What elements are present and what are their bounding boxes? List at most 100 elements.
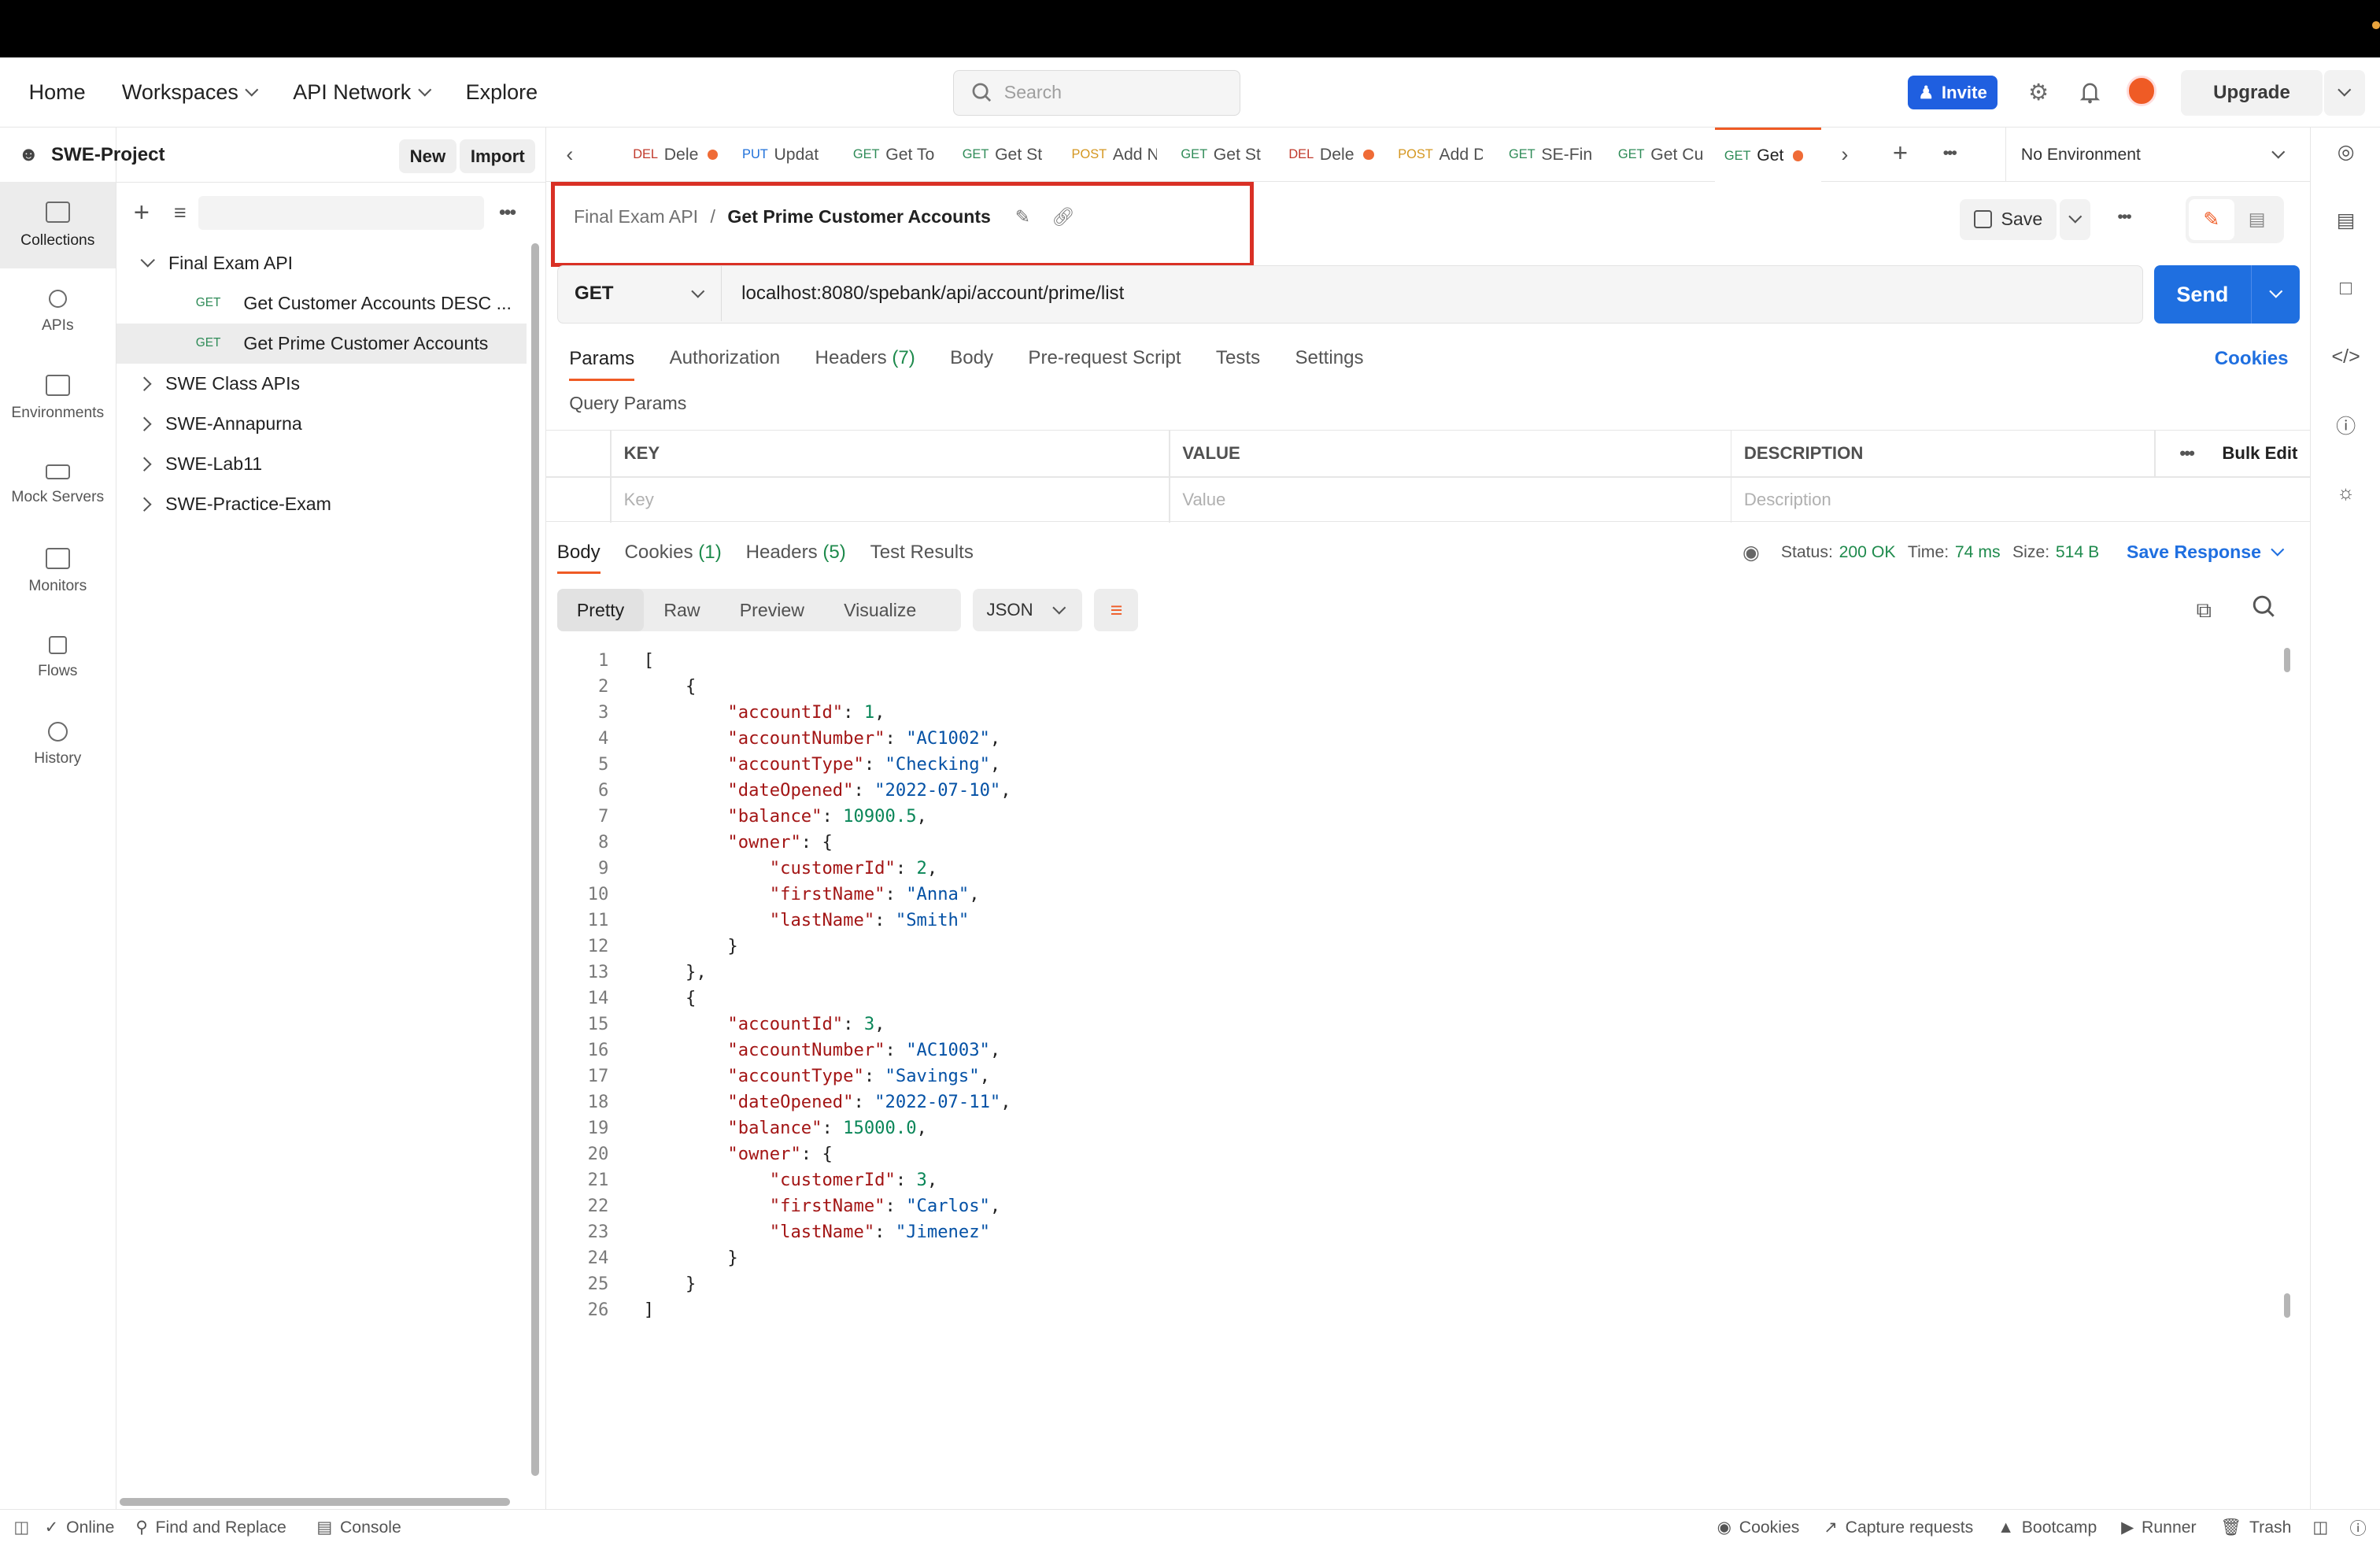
find-replace-button[interactable]: ⚲ Find and Replace — [135, 1518, 286, 1537]
workspace-name[interactable]: ☻ SWE-Project — [18, 128, 164, 182]
invite-button[interactable]: ♟ Invite — [1908, 76, 1998, 109]
tab-params[interactable]: Params — [569, 348, 635, 382]
description-input[interactable]: Description — [1731, 478, 2293, 522]
eye-icon[interactable]: ◎ — [2334, 123, 2358, 180]
nav-api-network[interactable]: API Network — [293, 80, 431, 105]
console-button[interactable]: ▤ Console — [316, 1518, 401, 1537]
new-button[interactable]: New — [399, 139, 456, 173]
import-button[interactable]: Import — [460, 139, 536, 173]
copy-icon[interactable]: ⧉ — [2197, 598, 2212, 623]
tab-authorization[interactable]: Authorization — [670, 347, 781, 369]
search-response-icon[interactable] — [2252, 595, 2275, 618]
tree-item-get-prime-customer-accounts[interactable]: GET Get Prime Customer Accounts — [116, 323, 527, 364]
sidebar-search-input[interactable] — [198, 196, 484, 230]
tab-request[interactable]: GET Get Cu — [1609, 128, 1703, 182]
format-selector[interactable]: JSON — [973, 589, 1083, 632]
user-avatar[interactable] — [2126, 76, 2157, 106]
tab-settings[interactable]: Settings — [1295, 347, 1363, 369]
footer-cookies-button[interactable]: ◉ Cookies — [1717, 1518, 1800, 1537]
documentation-icon[interactable]: ▤ — [2334, 208, 2358, 232]
edit-pencil-icon[interactable]: ✎ — [1015, 206, 1030, 227]
tree-item-swe-practice-exam[interactable]: SWE-Practice-Exam — [116, 484, 527, 524]
tab-headers[interactable]: Headers (7) — [815, 347, 915, 369]
tree-item-swe-annapurna[interactable]: SWE-Annapurna — [116, 404, 527, 444]
key-input[interactable]: Key — [612, 478, 1167, 522]
nav-flows[interactable]: Flows — [0, 615, 116, 701]
globe-icon[interactable]: ◉ — [1743, 541, 1760, 564]
view-pretty[interactable]: Pretty — [556, 589, 645, 632]
nav-monitors[interactable]: Monitors — [0, 528, 116, 615]
tree-item-final-exam-api[interactable]: Final Exam API — [116, 243, 527, 283]
lightbulb-icon[interactable]: ☼ — [2334, 481, 2358, 505]
tab-tests[interactable]: Tests — [1216, 347, 1260, 369]
bulk-edit-button[interactable]: Bulk Edit — [2210, 431, 2297, 476]
tab-response-cookies[interactable]: Cookies (1) — [625, 542, 722, 564]
nav-workspaces[interactable]: Workspaces — [122, 80, 259, 105]
add-icon[interactable]: + — [134, 198, 150, 228]
code-icon[interactable]: </> — [2332, 345, 2360, 369]
bootcamp-button[interactable]: ▲ Bootcamp — [1998, 1518, 2097, 1537]
url-input[interactable]: localhost:8080/spebank/api/account/prime… — [741, 266, 1124, 320]
tree-item-swe-class-apis[interactable]: SWE Class APIs — [116, 364, 527, 404]
sidebar-horizontal-scrollbar[interactable] — [120, 1498, 510, 1507]
save-dropdown-button[interactable] — [2060, 198, 2090, 240]
comments-icon[interactable]: □ — [2334, 276, 2358, 301]
size-value[interactable]: 514 B — [2056, 543, 2099, 562]
tree-item-get-customer-accounts[interactable]: GET Get Customer Accounts DESC ... — [116, 283, 527, 324]
response-code-editor[interactable]: 1[2 {3 "accountId": 1, 4 "accountNumber":… — [546, 648, 2284, 1322]
nav-home[interactable]: Home — [29, 80, 86, 105]
nav-mock-servers[interactable]: Mock Servers — [0, 442, 116, 528]
view-preview[interactable]: Preview — [720, 589, 824, 631]
tabs-scroll-right-icon[interactable]: › — [1841, 142, 1848, 167]
tab-request[interactable]: POST Add D — [1389, 128, 1483, 182]
tab-request[interactable]: GET Get St — [1172, 128, 1266, 182]
tab-response-headers[interactable]: Headers (5) — [746, 542, 846, 564]
settings-gear-icon[interactable]: ⚙ — [2025, 79, 2053, 106]
search-input[interactable]: Search — [953, 69, 1240, 116]
view-raw[interactable]: Raw — [644, 589, 719, 631]
send-button[interactable]: Send — [2153, 265, 2300, 324]
tab-request[interactable]: PUT Updat — [733, 128, 833, 182]
tree-item-swe-lab11[interactable]: SWE-Lab11 — [116, 444, 527, 484]
nav-explore[interactable]: Explore — [466, 80, 538, 105]
request-more-icon[interactable]: ••• — [2117, 208, 2131, 227]
tab-request[interactable]: DEL Dele — [624, 128, 724, 182]
notification-bell-icon[interactable] — [2076, 79, 2104, 106]
help-icon[interactable]: ⓘ — [2349, 1515, 2366, 1540]
tabs-scroll-left-icon[interactable]: ‹ — [566, 142, 587, 167]
tab-active-request[interactable]: GET Get — [1715, 127, 1822, 183]
layout-icon[interactable]: ◫ — [2312, 1518, 2328, 1537]
environment-selector[interactable]: No Environment — [2005, 127, 2298, 183]
nav-history[interactable]: History — [0, 701, 116, 788]
breadcrumb-parent[interactable]: Final Exam API — [574, 206, 698, 227]
nav-environments[interactable]: Environments — [0, 355, 116, 442]
tab-request[interactable]: GET Get St — [953, 128, 1048, 182]
tab-body[interactable]: Body — [950, 347, 993, 369]
online-status[interactable]: ✓ Online — [45, 1518, 115, 1537]
comments-icon[interactable]: ▤ — [2234, 199, 2280, 240]
link-icon[interactable]: 🔗︎ — [1051, 206, 1074, 227]
tab-request[interactable]: POST Add N — [1062, 128, 1157, 182]
tab-request[interactable]: GET Get To — [844, 128, 939, 182]
tab-test-results[interactable]: Test Results — [870, 542, 974, 564]
send-dropdown[interactable] — [2251, 265, 2300, 324]
new-tab-icon[interactable]: + — [1893, 138, 1908, 168]
sidebar-vertical-scrollbar[interactable] — [530, 242, 539, 1476]
upgrade-dropdown-button[interactable] — [2323, 69, 2365, 116]
capture-requests-button[interactable]: ↗ Capture requests — [1824, 1518, 1973, 1537]
edit-mode-pencil-icon[interactable]: ✎ — [2188, 198, 2234, 240]
nav-apis[interactable]: APIs — [0, 268, 116, 355]
save-button[interactable]: Save — [1959, 198, 2057, 240]
filter-icon[interactable]: ≡ — [174, 201, 187, 225]
tab-request[interactable]: GET SE-Fin — [1499, 128, 1594, 182]
trash-button[interactable]: 🗑︎ Trash — [2220, 1518, 2291, 1537]
chevron-down-icon[interactable] — [2271, 542, 2285, 557]
wrap-lines-icon[interactable]: ≡ — [1094, 589, 1139, 632]
more-options-icon[interactable]: ••• — [499, 202, 516, 224]
tab-request[interactable]: DEL Dele — [1280, 128, 1380, 182]
tabs-more-icon[interactable]: ••• — [1943, 144, 1957, 163]
tab-pre-request-script[interactable]: Pre-request Script — [1028, 347, 1181, 369]
toggle-sidebar-icon[interactable]: ◫ — [13, 1518, 29, 1537]
request-title[interactable]: Get Prime Customer Accounts — [727, 206, 991, 227]
info-icon[interactable]: ⓘ — [2334, 413, 2358, 438]
